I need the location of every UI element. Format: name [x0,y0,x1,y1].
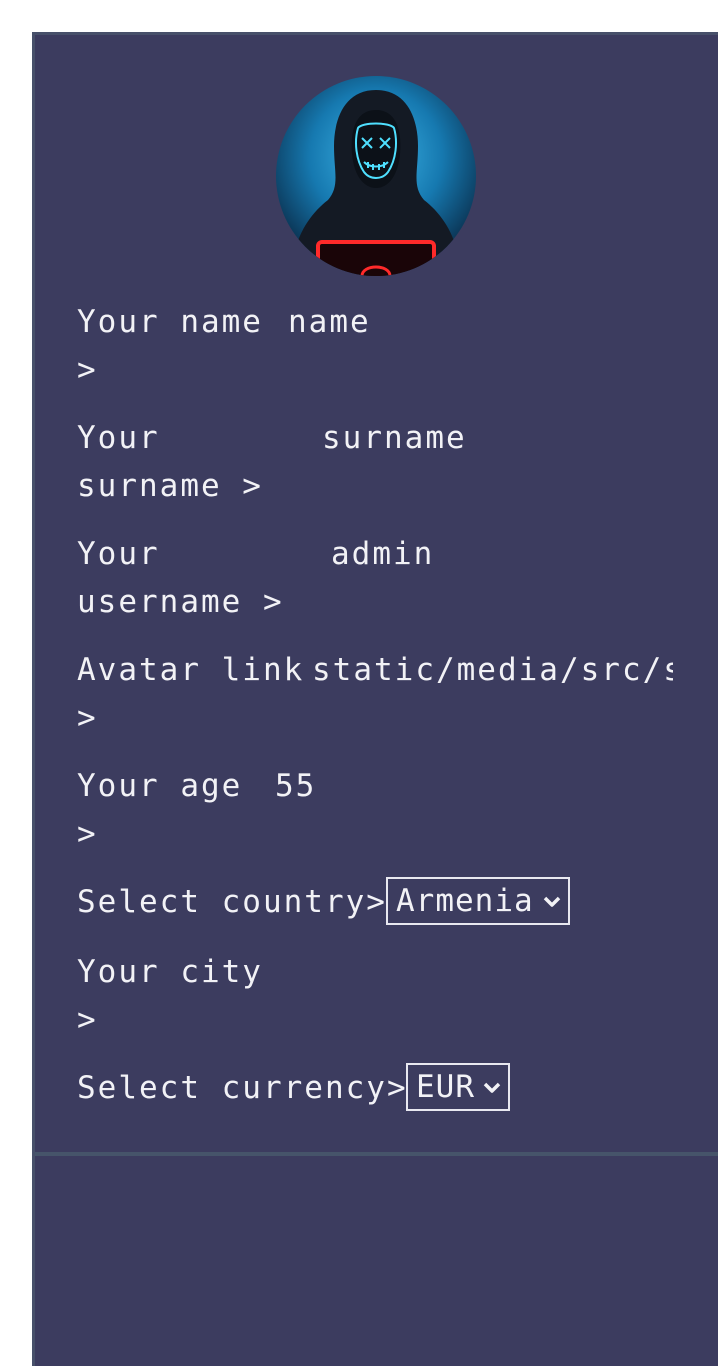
currency-select-value: EUR [416,1069,475,1105]
country-select-value: Armenia [396,883,534,919]
surname-input[interactable]: surname [322,423,582,454]
city-label-suffix: > [77,1002,98,1038]
surname-label-suffix: surname > [77,468,263,504]
section-divider [35,1152,718,1156]
country-select[interactable]: Armenia [386,877,570,925]
age-label: Your age [77,768,243,804]
profile-settings-panel: Your name name > Your surname surname > … [32,32,718,1366]
avatar-link-input[interactable]: static/media/src/sl [312,655,673,686]
name-label-suffix: > [77,352,98,388]
currency-select[interactable]: EUR [406,1063,510,1111]
city-label: Your city [77,954,263,990]
country-label: Select country> [77,884,387,920]
age-input[interactable]: 55 [275,771,475,802]
username-label-suffix: username > [77,584,284,620]
username-input[interactable]: admin [331,539,591,570]
avatar-icon[interactable] [276,76,476,276]
name-label: Your name [77,304,263,340]
name-input[interactable]: name [288,307,548,338]
surname-label: Your [77,420,160,456]
city-input[interactable] [285,957,535,991]
age-label-suffix: > [77,816,98,852]
avatar-link-label-suffix: > [77,700,98,736]
chevron-down-icon [483,1082,501,1093]
avatar-link-label: Avatar link [77,652,305,688]
currency-label: Select currency> [77,1070,408,1106]
chevron-down-icon [543,896,561,907]
username-label: Your [77,536,160,572]
